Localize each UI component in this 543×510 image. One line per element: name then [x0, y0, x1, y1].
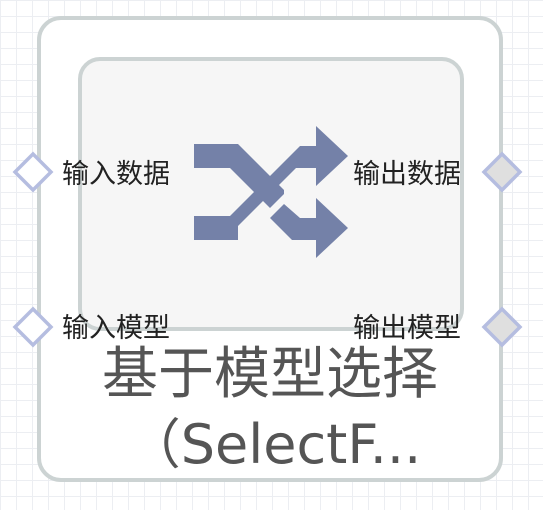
shuffle-icon: [194, 126, 348, 258]
node-title: 基于模型选择: [102, 342, 438, 407]
output-port-data[interactable]: [481, 151, 523, 193]
input-port-data[interactable]: [12, 151, 54, 193]
input-port-data-label: 输入数据: [62, 159, 170, 190]
node-subtitle: （SelectF...: [126, 413, 422, 476]
output-port-data-label: 输出数据: [353, 159, 461, 190]
